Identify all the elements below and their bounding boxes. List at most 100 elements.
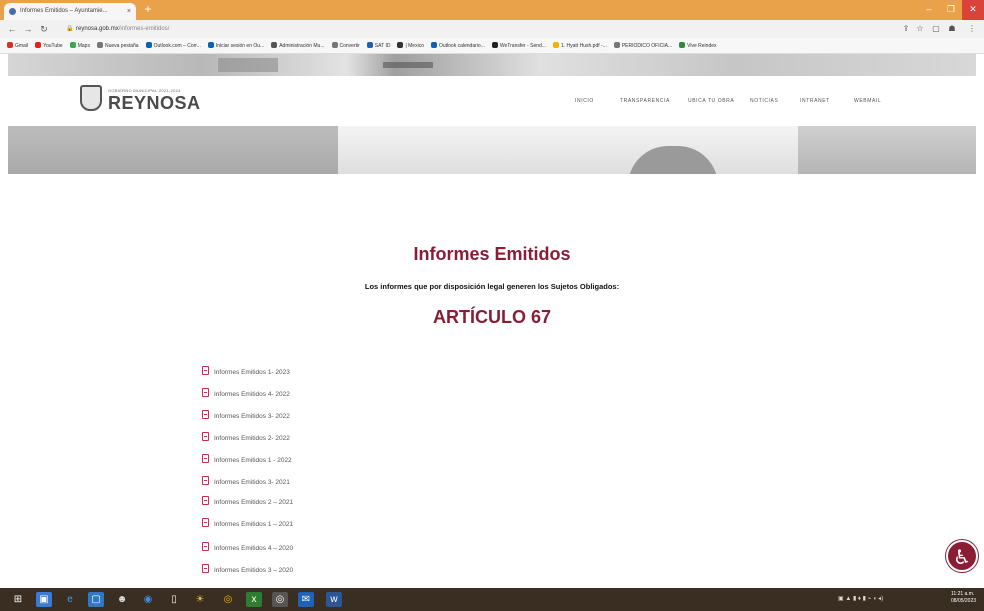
bookmarks-bar: Gmail YouTube Maps Nueva pestaña Outlook.com…	[0, 38, 984, 54]
site-logo[interactable]: REYNOSA	[108, 93, 201, 114]
nav-link-ubica-tu-obra[interactable]: UBICA TU OBRA	[688, 98, 734, 104]
new-tab-button[interactable]: +	[141, 3, 155, 17]
file-icon[interactable]: ▯	[166, 592, 182, 607]
outlook-icon[interactable]: ✉	[298, 592, 314, 607]
back-button[interactable]: ←	[6, 22, 18, 36]
accessibility-button[interactable]: ♿	[946, 540, 978, 572]
pdf-icon	[202, 496, 209, 505]
nav-link-inicio[interactable]: INICIO	[575, 98, 594, 104]
ie-browser-icon[interactable]: ◉	[140, 592, 156, 607]
bookmark-label: Outlook calendario...	[438, 43, 485, 49]
share-icon[interactable]: ⇪	[900, 23, 912, 35]
pdf-icon	[202, 564, 209, 573]
browser-tab[interactable]: Informes Emitidos – Ayuntamie... ×	[4, 3, 136, 20]
chrome-active-icon[interactable]: ◎	[272, 592, 288, 607]
nav-link-webmail[interactable]: WEBMAIL	[854, 98, 881, 104]
hero-shape	[383, 62, 433, 68]
hero-shape	[798, 126, 976, 174]
maximize-icon[interactable]: ❐	[940, 0, 962, 20]
bookmark-item[interactable]: PERIODICO OFICIA...	[613, 38, 673, 53]
document-link[interactable]: Informes Emitidos 4- 2022	[202, 388, 290, 402]
document-link[interactable]: Informes Emitidos 2 – 2021	[202, 496, 293, 510]
bookmark-item[interactable]: 1. Hyatt Hush.pdf -...	[552, 38, 607, 53]
windows-start-icon[interactable]: ⊞	[10, 592, 26, 607]
document-link[interactable]: Informes Emitidos 4 – 2020	[202, 542, 293, 556]
bookmark-item[interactable]: Nueva pestaña	[96, 38, 139, 53]
bookmark-label: Maps	[77, 43, 90, 49]
bookmark-item[interactable]: Gmail	[7, 38, 29, 53]
bookmark-label: Gmail	[15, 43, 29, 49]
bookmark-favicon-icon	[397, 42, 404, 48]
taskbar-clock[interactable]: 11:21 a.m. 08/05/2023	[951, 591, 976, 605]
page-subtitle: Los informes que por disposición legal g…	[364, 282, 620, 291]
arrow-left-icon: ←	[7, 24, 17, 34]
bookmark-favicon-icon	[552, 42, 559, 48]
nav-link-transparencia[interactable]: TRANSPARENCIA	[620, 98, 670, 104]
bookmark-item[interactable]: | Mexico	[397, 38, 424, 53]
pdf-icon	[202, 476, 209, 485]
bookmark-favicon-icon	[35, 42, 42, 48]
close-window-icon[interactable]: ✕	[962, 0, 984, 20]
bookmark-item[interactable]: WeTransfer - Send...	[491, 38, 546, 53]
bookmark-item[interactable]: Vive Reindex	[679, 38, 717, 53]
bookmark-label: | Mexico	[405, 43, 424, 49]
pdf-icon	[202, 432, 209, 441]
coat-of-arms-icon	[80, 85, 102, 111]
document-link[interactable]: Informes Emitidos 2- 2022	[202, 432, 290, 446]
bookmark-label: WeTransfer - Send...	[499, 43, 546, 49]
bookmark-item[interactable]: YouTube	[35, 38, 63, 53]
document-link[interactable]: Informes Emitidos 3- 2022	[202, 410, 290, 424]
document-link[interactable]: Informes Emitidos 3- 2021	[202, 476, 290, 490]
profile-icon[interactable]: ☗	[946, 23, 958, 35]
tab-title: Informes Emitidos – Ayuntamie...	[20, 8, 108, 14]
minimize-icon[interactable]: ‒	[918, 0, 940, 20]
pdf-icon	[202, 454, 209, 463]
nav-link-intranet[interactable]: INTRANET	[800, 98, 830, 104]
page-title: Informes Emitidos	[413, 244, 571, 264]
address-bar[interactable]: 🔒 reynosa.gob.mx/informes-emitidos/	[62, 23, 902, 36]
bookmark-label: Administración Mu...	[279, 43, 325, 49]
document-link[interactable]: Informes Emitidos 1 – 2021	[202, 518, 293, 532]
pdf-icon	[202, 410, 209, 419]
site-header: GOBIERNO MUNICIPAL 2021-2024 REYNOSA INI…	[8, 76, 976, 126]
bookmark-label: PERIODICO OFICIA...	[621, 43, 673, 49]
bookmark-item[interactable]: SAT ID	[366, 38, 390, 53]
nav-link-noticias[interactable]: NOTICIAS	[750, 98, 778, 104]
chrome-icon[interactable]: ◎	[220, 592, 236, 607]
forward-button[interactable]: →	[22, 22, 34, 36]
reload-button[interactable]: ↻	[38, 22, 50, 36]
pdf-icon	[202, 366, 209, 375]
people-icon[interactable]: ☻	[114, 592, 130, 607]
bookmark-favicon-icon	[96, 42, 103, 48]
bookmark-label: Nueva pestaña	[104, 43, 139, 49]
hero-image-bottom	[8, 126, 976, 174]
url-host: reynosa.gob.mx	[76, 26, 119, 32]
document-link[interactable]: Informes Emitidos 1- 2023	[202, 366, 290, 380]
bookmark-favicon-icon	[366, 42, 373, 48]
bookmark-favicon-icon	[331, 42, 338, 48]
store-icon[interactable]: ▢	[88, 592, 104, 607]
bookmark-label: Outlook.com – Corr...	[153, 43, 201, 49]
tab-close-button[interactable]: ×	[127, 3, 131, 20]
extensions-icon[interactable]: ▢	[930, 23, 942, 35]
word-icon[interactable]: w	[326, 592, 342, 607]
edge-browser-icon[interactable]: e	[62, 592, 78, 607]
task-view-icon[interactable]: ▣	[36, 592, 52, 607]
document-link[interactable]: Informes Emitidos 1 - 2022	[202, 454, 292, 468]
menu-icon[interactable]: ⋮	[966, 23, 978, 35]
bookmark-star-icon[interactable]: ☆	[914, 23, 926, 35]
lock-icon: 🔒	[66, 26, 74, 32]
bookmark-item[interactable]: Convertir	[331, 38, 360, 53]
bookmark-item[interactable]: Outlook calendario...	[430, 38, 485, 53]
clock-date: 08/05/2023	[951, 598, 977, 604]
system-tray-icons[interactable]: ▣ ▲ ▮ ♦ ▮ ⌁ ◖ ◂)	[838, 595, 883, 602]
hero-shape	[8, 126, 338, 174]
bookmark-item[interactable]: Iniciar sesión en Ou...	[207, 38, 264, 53]
bookmark-item[interactable]: Maps	[69, 38, 90, 53]
bookmark-item[interactable]: Outlook.com – Corr...	[145, 38, 201, 53]
bookmark-item[interactable]: Administración Mu...	[271, 38, 325, 53]
excel-icon[interactable]: x	[246, 592, 262, 607]
document-link[interactable]: Informes Emitidos 3 – 2020	[202, 564, 293, 578]
app-icon[interactable]: ☀	[192, 592, 208, 607]
article-heading: ARTÍCULO 67	[432, 307, 551, 327]
